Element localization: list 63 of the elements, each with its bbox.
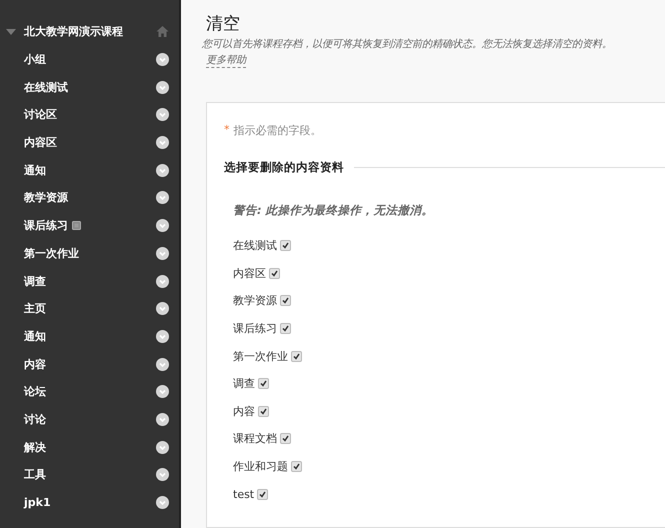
menu-item[interactable]: 通知 (24, 162, 46, 178)
chevron-icon[interactable] (156, 358, 169, 371)
menu-item[interactable]: 内容区 (24, 135, 57, 150)
chevron-icon[interactable] (156, 219, 169, 232)
menu-item[interactable]: 主页 (24, 301, 46, 316)
help-link[interactable]: 更多帮助 (206, 53, 246, 68)
checkbox[interactable] (291, 461, 302, 472)
option-label: 课程文档 (233, 431, 277, 446)
checkbox[interactable] (291, 350, 302, 362)
section-title: 选择要删除的内容资料 (224, 160, 344, 175)
chevron-icon[interactable] (156, 330, 169, 343)
chevron-icon[interactable] (156, 496, 169, 510)
page-title: 清空 (206, 13, 241, 35)
checkbox[interactable] (258, 378, 269, 390)
checkbox[interactable] (280, 240, 291, 252)
menu-item[interactable]: 第一次作业 (24, 246, 79, 261)
chevron-icon[interactable] (156, 191, 169, 204)
menu-item[interactable]: 讨论区 (24, 107, 57, 122)
option-label: 调查 (233, 376, 255, 392)
chevron-icon[interactable] (156, 53, 169, 66)
chevron-icon[interactable] (156, 164, 169, 177)
option-label: 课后练习 (233, 321, 277, 336)
page-description: 您可以首先将课程存档，以便可将其恢复到清空前的精确状态。您无法恢复选择清空的资料。 (202, 38, 613, 51)
checkbox[interactable] (280, 323, 291, 334)
chevron-icon[interactable] (156, 136, 169, 150)
checkbox[interactable] (280, 433, 291, 444)
menu-item[interactable]: 通知 (24, 328, 46, 344)
checkbox[interactable] (258, 406, 269, 417)
menu-item[interactable]: 讨论 (24, 412, 46, 427)
warning-text: 警告: 此操作为最终操作，无法撤消。 (233, 203, 435, 218)
checkbox[interactable] (280, 295, 291, 306)
menu-item[interactable]: 教学资源 (24, 190, 68, 206)
option-label: 在线测试 (233, 238, 277, 254)
option-label: 教学资源 (233, 293, 277, 308)
chevron-icon[interactable] (156, 385, 169, 398)
chevron-icon[interactable] (156, 274, 169, 288)
chevron-icon[interactable] (156, 468, 169, 482)
option-label: test (233, 488, 254, 501)
checkbox[interactable] (257, 488, 268, 500)
chevron-icon[interactable] (156, 412, 169, 426)
required-asterisk: * (224, 123, 230, 138)
menu-item[interactable]: 调查 (24, 274, 46, 289)
chevron-icon[interactable] (156, 302, 169, 316)
chevron-icon[interactable] (156, 80, 169, 94)
menu-item[interactable]: 解决 (24, 440, 46, 455)
option-label: 第一次作业 (233, 348, 288, 364)
menu-item[interactable]: 在线测试 (24, 80, 68, 95)
menu-item[interactable]: 工具 (24, 467, 46, 482)
chevron-icon[interactable] (156, 440, 169, 454)
menu-item[interactable]: 内容 (24, 356, 46, 372)
menu-item[interactable]: 课后练习 (24, 218, 68, 234)
option-label: 内容区 (233, 266, 266, 281)
course-title[interactable]: 北大教学网演示课程 (24, 24, 156, 40)
menu-item[interactable]: 小组 (24, 52, 46, 68)
option-label: 作业和习题 (233, 459, 288, 474)
required-note: 指示必需的字段。 (234, 123, 322, 138)
triangle-icon[interactable] (6, 28, 16, 36)
menu-item[interactable]: 论坛 (24, 384, 46, 400)
checkbox[interactable] (269, 268, 280, 279)
option-label: 内容 (233, 404, 255, 419)
menu-item[interactable]: jpk1 (24, 496, 51, 510)
chevron-icon[interactable] (156, 246, 169, 260)
chevron-icon[interactable] (156, 108, 169, 122)
